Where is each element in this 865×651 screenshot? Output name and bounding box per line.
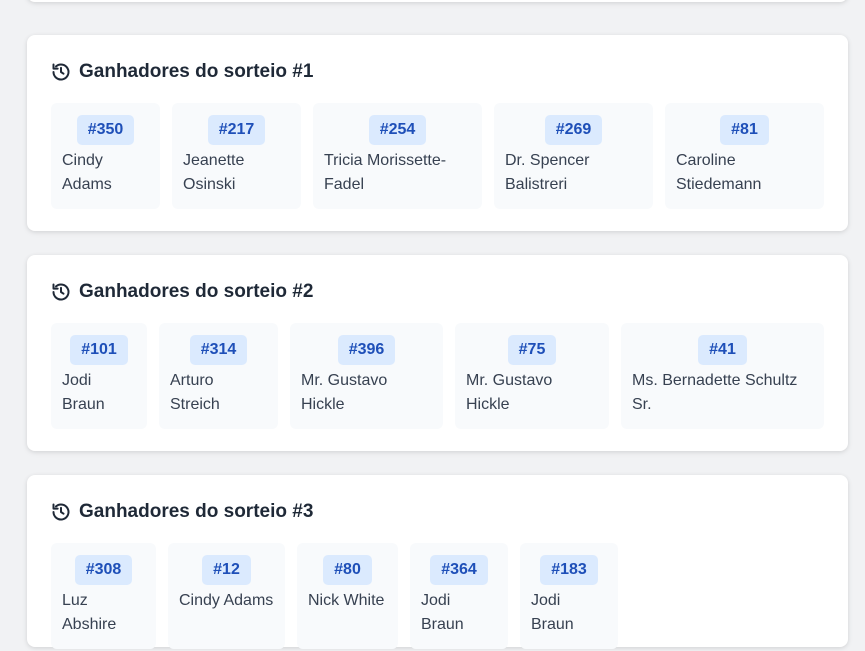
- history-icon: [51, 282, 71, 302]
- winners-list: #101 Jodi Braun #314 Arturo Streich #396…: [51, 323, 824, 429]
- winner-card: #364 Jodi Braun: [410, 543, 508, 649]
- ticket-badge: #314: [189, 335, 248, 365]
- winner-card: #396 Mr. Gustavo Hickle: [290, 323, 443, 429]
- winner-card: #75 Mr. Gustavo Hickle: [455, 323, 609, 429]
- draw-title-text: Ganhadores do sorteio #2: [79, 281, 314, 302]
- history-icon: [51, 502, 71, 522]
- winner-name: Jodi Braun: [531, 592, 574, 633]
- history-icon: [51, 62, 71, 82]
- winners-list: #350 Cindy Adams #217 Jeanette Osinski #…: [51, 103, 824, 209]
- ticket-badge: #101: [70, 335, 128, 365]
- winner-card: #254 Tricia Morissette-Fadel: [313, 103, 482, 209]
- winner-name: Luz Abshire: [62, 592, 117, 633]
- ticket-badge: #269: [544, 115, 603, 145]
- winner-card: #308 Luz Abshire: [51, 543, 156, 649]
- previous-card: [27, 0, 848, 2]
- winner-card: #81 Caroline Stiedemann: [665, 103, 824, 209]
- ticket-badge: #364: [430, 555, 488, 585]
- draw-card-3: Ganhadores do sorteio #3 #308 Luz Abshir…: [27, 475, 848, 649]
- winner-card: #12 Cindy Adams: [168, 543, 285, 649]
- draw-title: Ganhadores do sorteio #2: [51, 281, 313, 303]
- winner-name: Ms. Bernadette Schultz Sr.: [632, 372, 798, 413]
- draw-card-1: Ganhadores do sorteio #1 #350 Cindy Adam…: [27, 35, 848, 231]
- ticket-badge: #81: [720, 115, 769, 145]
- winner-name: Jeanette Osinski: [183, 152, 245, 193]
- draw-title: Ganhadores do sorteio #3: [51, 501, 313, 523]
- draw-title: Ganhadores do sorteio #1: [51, 61, 313, 83]
- winner-card: #269 Dr. Spencer Balistreri: [494, 103, 653, 209]
- winner-card: #350 Cindy Adams: [51, 103, 160, 209]
- winner-card: #183 Jodi Braun: [520, 543, 618, 649]
- winner-name: Jodi Braun: [62, 372, 105, 413]
- ticket-badge: #75: [507, 335, 557, 365]
- ticket-badge: #350: [76, 115, 135, 145]
- ticket-badge: #217: [207, 115, 266, 145]
- winners-list: #308 Luz Abshire #12 Cindy Adams #80 Nic…: [51, 543, 824, 649]
- winner-card: #217 Jeanette Osinski: [172, 103, 301, 209]
- winner-name: Dr. Spencer Balistreri: [505, 152, 590, 193]
- winner-name: Tricia Morissette-Fadel: [324, 152, 447, 193]
- winner-card: #41 Ms. Bernadette Schultz Sr.: [621, 323, 824, 429]
- winner-name: Mr. Gustavo Hickle: [301, 372, 388, 413]
- winner-name: Caroline Stiedemann: [676, 152, 762, 193]
- winner-name: Jodi Braun: [421, 592, 464, 633]
- winner-name: Arturo Streich: [170, 372, 220, 413]
- draw-card-2: Ganhadores do sorteio #2 #101 Jodi Braun…: [27, 255, 848, 451]
- winner-card: #314 Arturo Streich: [159, 323, 278, 429]
- ticket-badge: #80: [323, 555, 372, 585]
- ticket-badge: #308: [74, 555, 133, 585]
- ticket-badge: #254: [368, 115, 427, 145]
- winner-card: #101 Jodi Braun: [51, 323, 147, 429]
- draw-title-text: Ganhadores do sorteio #1: [79, 61, 314, 82]
- winner-card: #80 Nick White: [297, 543, 398, 649]
- ticket-badge: #12: [202, 555, 251, 585]
- ticket-badge: #41: [698, 335, 747, 365]
- winner-name: Cindy Adams: [179, 592, 274, 609]
- ticket-badge: #183: [540, 555, 598, 585]
- winner-name: Mr. Gustavo Hickle: [466, 372, 553, 413]
- winner-name: Nick White: [308, 592, 385, 609]
- draw-title-text: Ganhadores do sorteio #3: [79, 501, 314, 522]
- winner-name: Cindy Adams: [62, 152, 112, 193]
- ticket-badge: #396: [337, 335, 396, 365]
